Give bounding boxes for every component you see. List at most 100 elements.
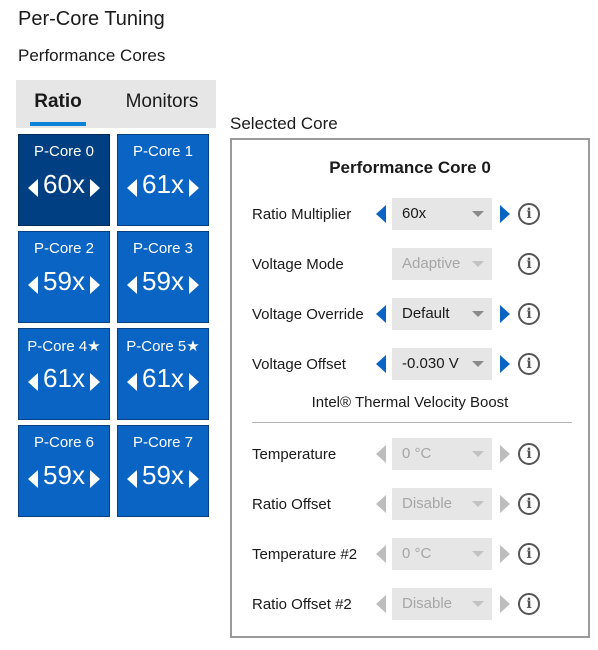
dropdown-value: Adaptive [402,255,461,272]
core-tile-5[interactable]: P-Core 5★ 61x [117,328,209,420]
decrease-arrow-icon[interactable] [127,373,137,391]
decrease-arrow-icon[interactable] [28,373,38,391]
info-icon[interactable]: i [518,593,540,615]
voltage-offset-dropdown[interactable]: -0.030 V [392,348,492,380]
section-title: Performance Cores [18,46,166,65]
dropdown-value: Disable [402,495,453,512]
core-tile-2[interactable]: P-Core 2 59x [18,231,110,323]
tvb-ratio-offset-next-arrow-icon[interactable] [500,495,510,513]
core-tile-4[interactable]: P-Core 4★ 61x [18,328,110,420]
core-tile-3[interactable]: P-Core 3 59x [117,231,209,323]
tvb-section-title: Intel® Thermal Velocity Boost [311,394,509,411]
chevron-down-icon [472,551,484,557]
core-tile-label: P-Core 7 [132,434,194,451]
selected-core-panel: Performance Core 0 Ratio Multiplier 60x … [230,138,590,638]
core-tile-label: P-Core 1 [132,143,194,160]
info-icon[interactable]: i [518,203,540,225]
tvb-ratio-offset-prev-arrow-icon[interactable] [376,495,386,513]
info-icon[interactable]: i [518,253,540,275]
ratio-multiplier-dropdown[interactable]: 60x [392,198,492,230]
tvb-temperature-2-increase-arrow-icon[interactable] [500,545,510,563]
info-icon[interactable]: i [518,303,540,325]
dropdown-value: Default [402,305,450,322]
core-tile-label: P-Core 5★ [126,338,200,355]
dropdown-value: -0.030 V [402,355,459,372]
tab-ratio[interactable]: Ratio [16,80,100,124]
core-tile-label: P-Core 3 [132,240,194,257]
dropdown-value: 0 °C [402,445,432,462]
voltage-override-dropdown[interactable]: Default [392,298,492,330]
tvb-ratio-offset-2-label: Ratio Offset #2 [252,596,352,613]
info-icon[interactable]: i [518,353,540,375]
increase-arrow-icon[interactable] [90,373,100,391]
voltage-offset-decrease-arrow-icon[interactable] [376,355,386,373]
ratio-multiplier-label: Ratio Multiplier [252,206,352,223]
tvb-ratio-offset-2-prev-arrow-icon[interactable] [376,595,386,613]
core-tile-1[interactable]: P-Core 1 61x [117,134,209,226]
tvb-temperature-2-label: Temperature #2 [252,546,358,563]
tvb-temperature-decrease-arrow-icon[interactable] [376,445,386,463]
voltage-mode-dropdown[interactable]: Adaptive [392,248,492,280]
voltage-offset-increase-arrow-icon[interactable] [500,355,510,373]
core-tile-6[interactable]: P-Core 6 59x [18,425,110,517]
core-tile-label: P-Core 0 [33,143,95,160]
decrease-arrow-icon[interactable] [28,470,38,488]
voltage-override-next-arrow-icon[interactable] [500,305,510,323]
ratio-increase-arrow-icon[interactable] [500,205,510,223]
increase-arrow-icon[interactable] [90,276,100,294]
tvb-ratio-offset-dropdown[interactable]: Disable [392,488,492,520]
panel-title: Performance Core 0 [329,158,491,177]
voltage-override-prev-arrow-icon[interactable] [376,305,386,323]
chevron-down-icon [472,501,484,507]
dropdown-value: 60x [402,205,427,222]
core-tile-7[interactable]: P-Core 7 59x [117,425,209,517]
chevron-down-icon [472,451,484,457]
increase-arrow-icon[interactable] [90,179,100,197]
tvb-ratio-offset-2-next-arrow-icon[interactable] [500,595,510,613]
info-icon[interactable]: i [518,543,540,565]
chevron-down-icon [472,601,484,607]
tvb-temperature-2-dropdown[interactable]: 0 °C [392,538,492,570]
tvb-temperature-2-decrease-arrow-icon[interactable] [376,545,386,563]
voltage-mode-label: Voltage Mode [252,256,344,273]
chevron-down-icon [472,261,484,267]
active-tab-indicator [30,122,86,126]
dropdown-value: Disable [402,595,453,612]
core-tile-label: P-Core 6 [33,434,95,451]
core-ratio-value: 61x [43,363,85,393]
core-ratio-value: 61x [142,363,184,393]
page-title: Per-Core Tuning [18,8,165,30]
increase-arrow-icon[interactable] [189,470,199,488]
selected-core-caption: Selected Core [230,114,338,133]
decrease-arrow-icon[interactable] [127,179,137,197]
tvb-temperature-increase-arrow-icon[interactable] [500,445,510,463]
core-ratio-value: 59x [142,266,184,296]
tab-bar: Ratio Monitors [16,80,216,128]
decrease-arrow-icon[interactable] [28,276,38,294]
voltage-override-label: Voltage Override [252,306,364,323]
core-tile-label: P-Core 2 [33,240,95,257]
increase-arrow-icon[interactable] [189,276,199,294]
chevron-down-icon [472,211,484,217]
dropdown-value: 0 °C [402,545,432,562]
core-tile-0[interactable]: P-Core 0 60x [18,134,110,226]
decrease-arrow-icon[interactable] [28,179,38,197]
decrease-arrow-icon[interactable] [127,276,137,294]
core-ratio-value: 61x [142,169,184,199]
info-icon[interactable]: i [518,443,540,465]
tab-monitors[interactable]: Monitors [112,80,212,124]
increase-arrow-icon[interactable] [189,179,199,197]
decrease-arrow-icon[interactable] [127,470,137,488]
tvb-ratio-offset-2-dropdown[interactable]: Disable [392,588,492,620]
increase-arrow-icon[interactable] [90,470,100,488]
chevron-down-icon [472,361,484,367]
tvb-temperature-dropdown[interactable]: 0 °C [392,438,492,470]
core-ratio-value: 60x [43,169,85,199]
increase-arrow-icon[interactable] [189,373,199,391]
info-icon[interactable]: i [518,493,540,515]
ratio-decrease-arrow-icon[interactable] [376,205,386,223]
chevron-down-icon [472,311,484,317]
tvb-temperature-label: Temperature [252,446,337,463]
divider [252,422,572,423]
core-ratio-value: 59x [142,460,184,490]
